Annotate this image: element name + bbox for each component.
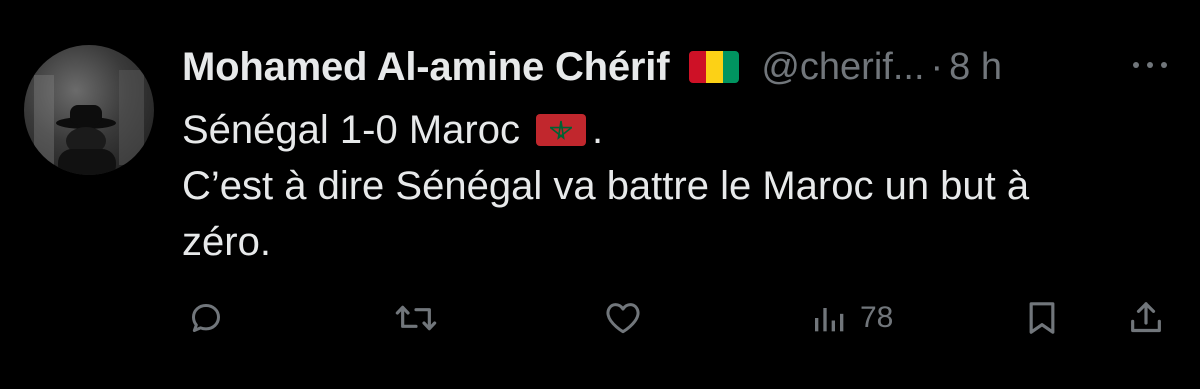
tweet-header: Mohamed Al-amine Chérif @cherif... · 8 h — [182, 44, 1002, 90]
reply-icon — [192, 304, 220, 332]
share-icon — [1131, 302, 1161, 333]
score-text-suffix: . — [591, 108, 604, 152]
share-button[interactable] — [1126, 290, 1166, 346]
tweet-text-line-1: Sénégal 1-0 Maroc. — [182, 102, 1172, 158]
score-text: Sénégal 1-0 Maroc — [182, 108, 520, 152]
author-handle[interactable]: @cherif... — [761, 46, 924, 89]
retweet-icon — [395, 305, 437, 331]
retweet-button[interactable] — [394, 290, 438, 346]
views-count: 78 — [860, 301, 894, 334]
reply-button[interactable] — [186, 290, 226, 346]
tweet[interactable]: Mohamed Al-amine Chérif @cherif... · 8 h… — [0, 0, 1200, 389]
tweet-text: Sénégal 1-0 Maroc. C’est à dire Sénégal … — [182, 102, 1172, 270]
author-avatar[interactable] — [24, 45, 154, 175]
tweet-actions-bar: 78 — [0, 290, 1200, 346]
bookmark-icon — [1029, 302, 1055, 334]
tweet-timestamp[interactable]: 8 h — [949, 46, 1002, 89]
heart-icon — [606, 303, 640, 334]
views-icon — [815, 308, 844, 332]
author-display-name[interactable]: Mohamed Al-amine Chérif — [182, 45, 670, 90]
guinea-flag-icon — [689, 51, 740, 83]
header-separator: · — [930, 45, 944, 88]
views-button[interactable]: 78 — [810, 290, 893, 346]
avatar-photo — [34, 70, 144, 175]
morocco-flag-icon — [535, 114, 586, 146]
more-icon — [1133, 62, 1167, 68]
bookmark-button[interactable] — [1022, 290, 1062, 346]
like-button[interactable] — [603, 290, 643, 346]
tweet-text-line-2: C’est à dire Sénégal va battre le Maroc … — [182, 164, 1030, 208]
more-options-button[interactable] — [1128, 50, 1172, 80]
tweet-text-line-3: zéro. — [182, 220, 271, 264]
